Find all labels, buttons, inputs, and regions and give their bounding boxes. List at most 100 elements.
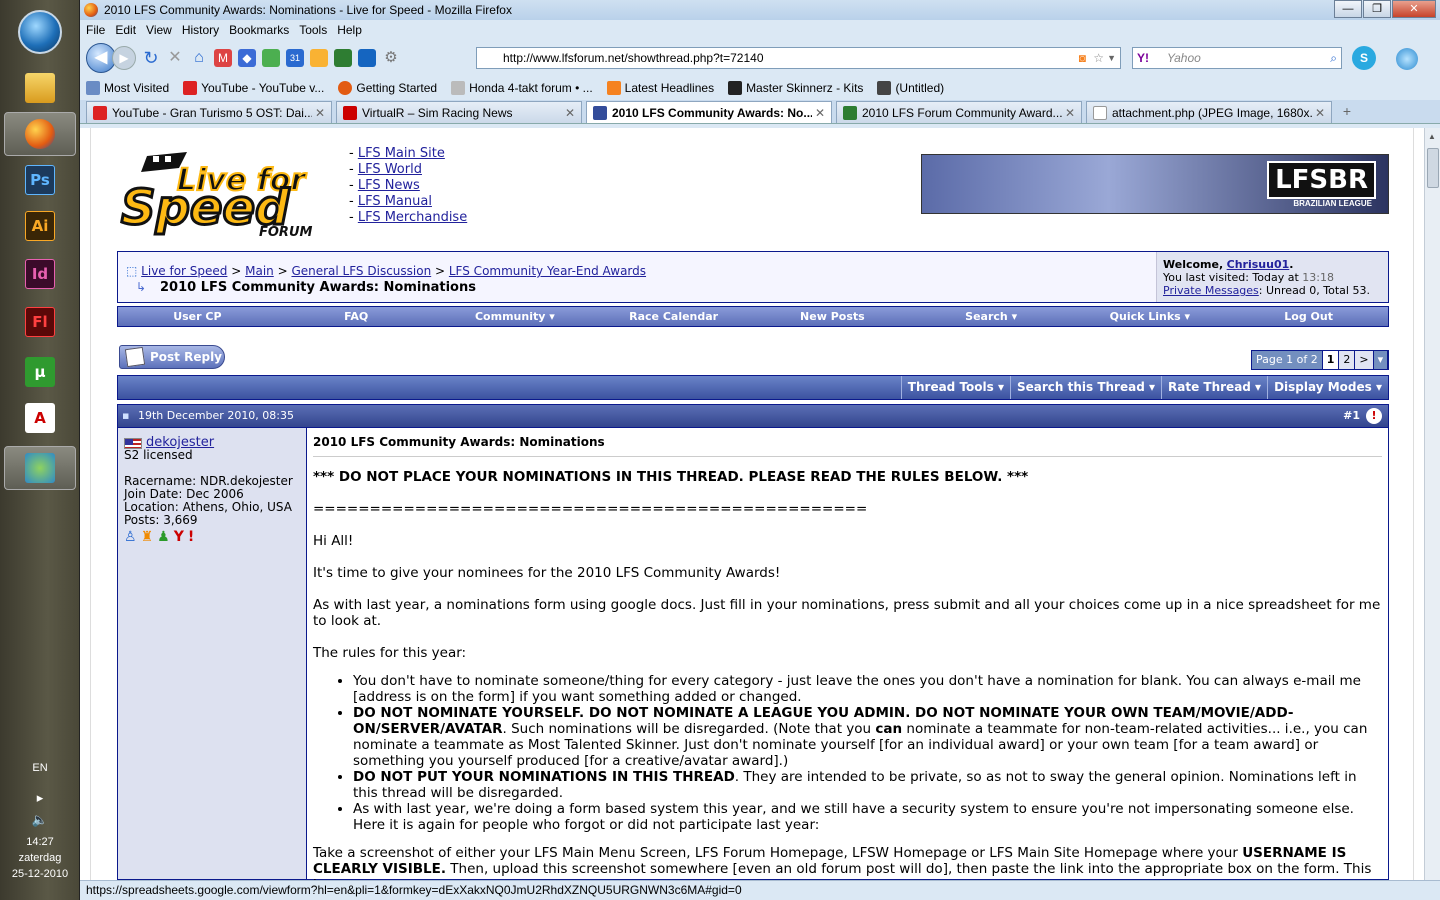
forum-home-icon[interactable]: ⬚ bbox=[126, 264, 137, 278]
home-icon[interactable]: ⌂ bbox=[190, 49, 208, 67]
display-modes-menu[interactable]: Display Modes ▾ bbox=[1267, 376, 1388, 399]
explorer-taskbar-button[interactable] bbox=[4, 66, 76, 110]
page-next[interactable]: > bbox=[1355, 351, 1374, 369]
tab-lfs-forum-awards[interactable]: 2010 LFS Forum Community Award... ✕ bbox=[836, 101, 1082, 123]
breadcrumb-main[interactable]: Main bbox=[245, 264, 274, 278]
bookmark-star-icon[interactable]: ☆ bbox=[1093, 51, 1104, 65]
address-bar[interactable]: http://www.lfsforum.net/showthread.php?t… bbox=[476, 47, 1121, 69]
firefox-taskbar-button[interactable] bbox=[4, 112, 76, 156]
url-dropdown-icon[interactable]: ▼ bbox=[1107, 53, 1116, 63]
breadcrumb-live-for-speed[interactable]: Live for Speed bbox=[141, 264, 227, 278]
menu-bookmarks[interactable]: Bookmarks bbox=[229, 23, 289, 37]
yahoo-icon[interactable]: Y! bbox=[1137, 51, 1149, 65]
maximize-button[interactable]: ❐ bbox=[1363, 0, 1391, 18]
tab-close-icon[interactable]: ✕ bbox=[1315, 106, 1325, 120]
yahoo-messenger-icon[interactable]: Y! bbox=[174, 529, 199, 545]
search-icon[interactable]: ⌕ bbox=[1330, 51, 1337, 66]
tab-close-icon[interactable]: ✕ bbox=[315, 106, 325, 120]
link-lfs-manual[interactable]: LFS Manual bbox=[358, 194, 432, 209]
start-button[interactable] bbox=[18, 10, 62, 54]
page-2[interactable]: 2 bbox=[1339, 351, 1356, 369]
minimize-button[interactable]: — bbox=[1334, 0, 1362, 18]
menu-edit[interactable]: Edit bbox=[115, 23, 136, 37]
link-lfs-main-site[interactable]: LFS Main Site bbox=[358, 146, 445, 161]
clock-time[interactable]: 14:27 bbox=[0, 836, 80, 848]
skype-icon[interactable]: S bbox=[1352, 46, 1376, 70]
forward-button[interactable]: ▶ bbox=[112, 46, 136, 70]
nav-race-calendar[interactable]: Race Calendar bbox=[594, 310, 753, 323]
illustrator-taskbar-button[interactable]: Ai bbox=[4, 204, 76, 248]
reload-icon[interactable]: ↻ bbox=[142, 49, 160, 67]
url-text[interactable]: http://www.lfsforum.net/showthread.php?t… bbox=[503, 51, 764, 65]
rss-icon[interactable]: ◙ bbox=[1079, 51, 1086, 65]
google-apps-icon[interactable] bbox=[262, 49, 280, 67]
scroll-up-icon[interactable]: ▲ bbox=[1428, 132, 1436, 141]
docs-icon[interactable] bbox=[334, 49, 352, 67]
new-tab-button[interactable]: + bbox=[1336, 103, 1358, 123]
lfs-forum-logo[interactable]: Live for Speed FORUM bbox=[117, 148, 347, 240]
aim-icon[interactable]: ♜ bbox=[141, 529, 158, 545]
rate-thread-menu[interactable]: Rate Thread ▾ bbox=[1161, 376, 1267, 399]
bookmark-honda[interactable]: Honda 4-takt forum • ... bbox=[451, 81, 593, 95]
tab-youtube[interactable]: YouTube - Gran Turismo 5 OST: Dai... ✕ bbox=[86, 101, 332, 123]
nav-faq[interactable]: FAQ bbox=[277, 310, 436, 323]
bookmark-most-visited[interactable]: Most Visited bbox=[86, 81, 169, 95]
bookmark-master-skinnerz[interactable]: Master Skinnerz - Kits bbox=[728, 81, 863, 95]
page-scrollbar[interactable]: ▲ bbox=[1424, 128, 1440, 880]
tab-close-icon[interactable]: ✕ bbox=[815, 106, 825, 120]
contact-icon[interactable]: ♙ bbox=[124, 529, 141, 545]
reload-thread-icon[interactable]: ↳ bbox=[136, 280, 146, 294]
lfsbr-banner[interactable]: LFSBR BRAZILIAN LEAGUE bbox=[921, 154, 1389, 214]
nav-search[interactable]: Search ▾ bbox=[912, 310, 1071, 323]
msn-icon[interactable]: ♟ bbox=[157, 529, 174, 545]
tab-close-icon[interactable]: ✕ bbox=[1065, 106, 1075, 120]
volume-icon[interactable]: 🔈 bbox=[0, 812, 80, 828]
messenger-taskbar-button[interactable] bbox=[4, 446, 76, 490]
tab-virtualr[interactable]: VirtualR – Sim Racing News ✕ bbox=[336, 101, 582, 123]
page-1[interactable]: 1 bbox=[1322, 351, 1340, 369]
report-post-icon[interactable]: ! bbox=[1366, 408, 1382, 424]
bookmark-untitled[interactable]: (Untitled) bbox=[877, 81, 944, 95]
nav-new-posts[interactable]: New Posts bbox=[753, 310, 912, 323]
post-reply-button[interactable]: Post Reply bbox=[119, 345, 225, 369]
post-number-link[interactable]: #1 bbox=[1343, 405, 1360, 427]
tab-lfs-awards[interactable]: 2010 LFS Community Awards: No... ✕ bbox=[586, 101, 832, 123]
tab-attachment[interactable]: attachment.php (JPEG Image, 1680x... ✕ bbox=[1086, 101, 1332, 123]
menu-file[interactable]: File bbox=[86, 23, 105, 37]
stop-icon[interactable]: ✕ bbox=[166, 49, 184, 67]
nav-quick-links[interactable]: Quick Links ▾ bbox=[1071, 310, 1230, 323]
search-bar[interactable]: Y! Yahoo ⌕ bbox=[1132, 47, 1342, 69]
gmail-icon[interactable]: M bbox=[214, 49, 232, 67]
username-link[interactable]: Chrisuu01 bbox=[1227, 258, 1290, 271]
page-jump-dropdown[interactable]: ▾ bbox=[1373, 351, 1389, 369]
thread-tools-menu[interactable]: Thread Tools ▾ bbox=[900, 376, 1010, 399]
nav-log-out[interactable]: Log Out bbox=[1229, 310, 1388, 323]
acrobat-taskbar-button[interactable]: A bbox=[4, 396, 76, 440]
menu-history[interactable]: History bbox=[182, 23, 219, 37]
notes-icon[interactable] bbox=[310, 49, 328, 67]
menu-tools[interactable]: Tools bbox=[299, 23, 327, 37]
utorrent-taskbar-button[interactable]: µ bbox=[4, 350, 76, 394]
menu-help[interactable]: Help bbox=[337, 23, 362, 37]
link-lfs-world[interactable]: LFS World bbox=[358, 162, 422, 177]
menu-view[interactable]: View bbox=[146, 23, 172, 37]
scrollbar-thumb[interactable] bbox=[1427, 148, 1439, 188]
gear-icon[interactable]: ⚙ bbox=[382, 49, 400, 67]
close-button[interactable]: ✕ bbox=[1392, 0, 1436, 18]
tab-close-icon[interactable]: ✕ bbox=[565, 106, 575, 120]
calendar-icon[interactable]: 31 bbox=[286, 49, 304, 67]
private-messages-link[interactable]: Private Messages bbox=[1163, 284, 1259, 297]
tray-expand-icon[interactable]: ▸ bbox=[0, 790, 80, 806]
bookmark-getting-started[interactable]: Getting Started bbox=[338, 81, 437, 95]
photoshop-taskbar-button[interactable]: Ps bbox=[4, 158, 76, 202]
breadcrumb-general-discussion[interactable]: General LFS Discussion bbox=[291, 264, 431, 278]
bookmark-youtube[interactable]: YouTube - YouTube v... bbox=[183, 81, 324, 95]
language-indicator[interactable]: EN bbox=[0, 762, 80, 774]
breadcrumb-year-end-awards[interactable]: LFS Community Year-End Awards bbox=[449, 264, 646, 278]
indesign-taskbar-button[interactable]: Id bbox=[4, 252, 76, 296]
addon-icon[interactable]: ◆ bbox=[238, 49, 256, 67]
bookmark-latest-headlines[interactable]: Latest Headlines bbox=[606, 81, 714, 95]
addon-globe-icon[interactable] bbox=[1396, 48, 1418, 70]
extension-icon[interactable] bbox=[358, 49, 376, 67]
flash-taskbar-button[interactable]: Fl bbox=[4, 300, 76, 344]
